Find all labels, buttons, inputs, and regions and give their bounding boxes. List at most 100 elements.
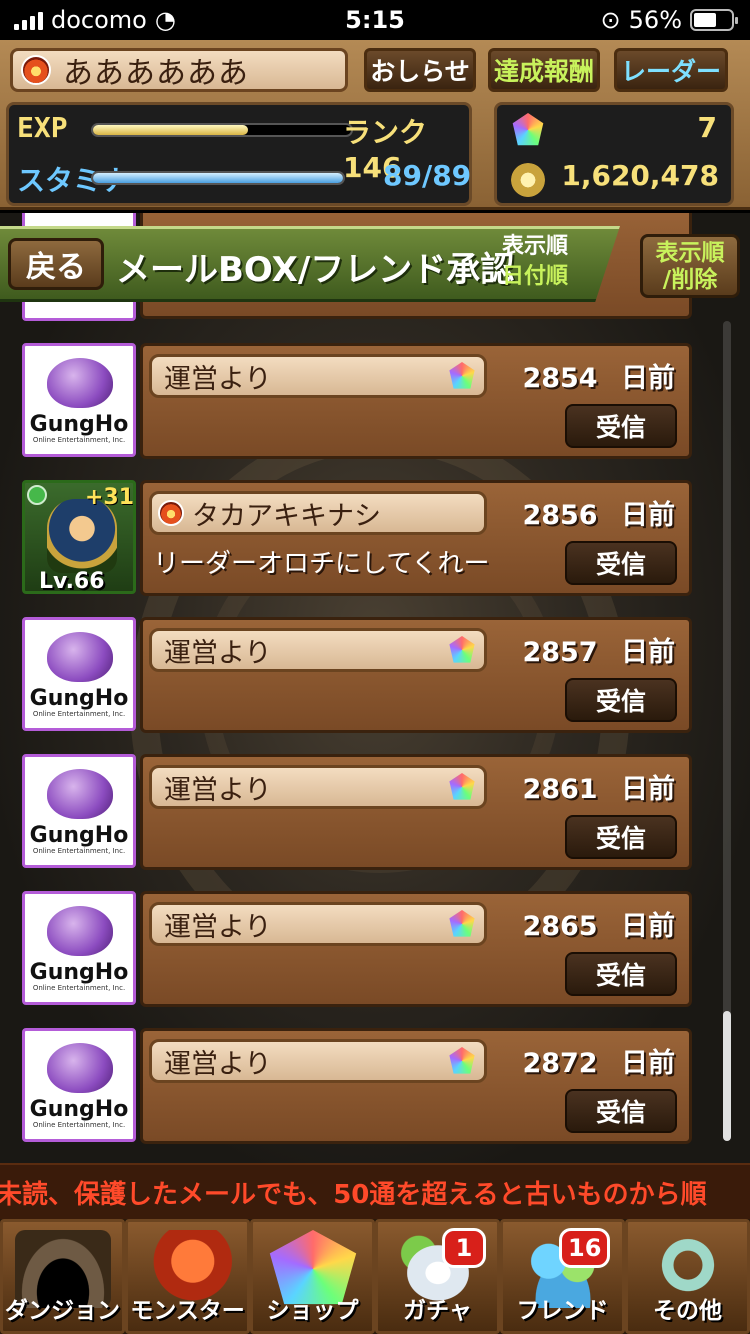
mail-age-unit: 日前 bbox=[621, 1048, 675, 1079]
mail-card[interactable]: タカアキキナシ リーダーオロチにしてくれー 2856 日前 受信 bbox=[140, 480, 692, 596]
magic-stone-icon bbox=[449, 1047, 475, 1074]
screen-title-bar: 戻る メールBOX/フレンド承認 表示順 日付順 表示順 /削除 bbox=[0, 226, 750, 302]
nav-monster[interactable]: モンスター bbox=[125, 1219, 250, 1334]
magic-stone-icon bbox=[449, 910, 475, 937]
sender-name: 運営より bbox=[164, 1048, 272, 1080]
exp-bar-fill bbox=[93, 125, 248, 135]
receive-button[interactable]: 受信 bbox=[565, 815, 677, 859]
gungho-logo-text: GungHo bbox=[29, 960, 129, 985]
sort-value: 日付順 bbox=[502, 264, 569, 289]
player-header: ああああああ おしらせ 達成報酬 レーダー EXP ランク 146 スタミナ 8… bbox=[0, 40, 750, 210]
news-button[interactable]: おしらせ bbox=[364, 48, 476, 92]
gungho-avatar[interactable]: GungHo Online Entertainment, Inc. bbox=[22, 343, 136, 457]
mail-row[interactable]: +31 Lv.66 タカアキキナシ リーダーオロチにしてくれー 2856 日前 … bbox=[22, 480, 692, 596]
gungho-logo-sub: Online Entertainment, Inc. bbox=[32, 847, 126, 855]
radar-button[interactable]: レーダー bbox=[614, 48, 728, 92]
mail-card[interactable]: 運営より 2861 日前 受信 bbox=[140, 754, 692, 870]
sender-box: 運営より bbox=[149, 765, 487, 809]
gungho-avatar[interactable]: GungHo Online Entertainment, Inc. bbox=[22, 754, 136, 868]
sender-box: 運営より bbox=[149, 354, 487, 398]
achievement-reward-button[interactable]: 達成報酬 bbox=[488, 48, 600, 92]
magic-stone-icon bbox=[449, 636, 475, 663]
mail-age-unit: 日前 bbox=[621, 500, 675, 531]
player-name-box[interactable]: ああああああ bbox=[10, 48, 348, 92]
nav-label: ショップ bbox=[266, 1298, 359, 1324]
gungho-avatar[interactable]: GungHo Online Entertainment, Inc. bbox=[22, 891, 136, 1005]
orientation-lock-icon: ⊙ bbox=[600, 6, 621, 34]
back-button[interactable]: 戻る bbox=[8, 238, 104, 290]
sort-button-line1: 表示順 bbox=[655, 240, 725, 266]
mail-age-days: 2872 bbox=[522, 1048, 598, 1079]
mail-card[interactable]: 運営より 2854 日前 受信 bbox=[140, 343, 692, 459]
exp-label: EXP bbox=[17, 111, 68, 144]
nav-label: フレンド bbox=[516, 1298, 609, 1324]
mail-row[interactable]: GungHo Online Entertainment, Inc. 運営より 2… bbox=[22, 617, 692, 733]
gungho-avatar[interactable]: GungHo Online Entertainment, Inc. bbox=[22, 1028, 136, 1142]
receive-button[interactable]: 受信 bbox=[565, 1089, 677, 1133]
mail-card[interactable]: 運営より 2857 日前 受信 bbox=[140, 617, 692, 733]
coin-count: 1,620,478 bbox=[561, 159, 719, 192]
signal-icon bbox=[14, 10, 43, 30]
stamina-value: 89/89 bbox=[383, 159, 472, 192]
stamina-bar-fill bbox=[93, 173, 343, 183]
gungho-logo-icon bbox=[47, 1043, 113, 1093]
sender-box: 運営より bbox=[149, 902, 487, 946]
battery-icon bbox=[690, 9, 738, 31]
mail-age: 2865 日前 bbox=[522, 904, 675, 943]
mail-card[interactable]: 運営より 2872 日前 受信 bbox=[140, 1028, 692, 1144]
fire-attribute-icon bbox=[158, 500, 184, 526]
carrier-area: docomo ◔ bbox=[14, 6, 176, 34]
list-scrollbar[interactable] bbox=[723, 321, 731, 1141]
monster-level: Lv.66 bbox=[39, 569, 105, 594]
receive-button[interactable]: 受信 bbox=[565, 541, 677, 585]
gungho-logo-sub: Online Entertainment, Inc. bbox=[32, 436, 126, 444]
nav-label: ダンジョン bbox=[5, 1298, 120, 1324]
notice-ticker: 未読、保護したメールでも、50通を超えると古いものから順 bbox=[0, 1163, 750, 1219]
mail-age-days: 2856 bbox=[522, 500, 598, 531]
mail-age-days: 2865 bbox=[522, 911, 598, 942]
sender-name: 運営より bbox=[164, 637, 272, 669]
scroll-thumb[interactable] bbox=[723, 1011, 731, 1141]
mail-age-unit: 日前 bbox=[621, 774, 675, 805]
nav-shop[interactable]: ショップ bbox=[250, 1219, 375, 1334]
sort-label: 表示順 bbox=[502, 234, 569, 259]
receive-button[interactable]: 受信 bbox=[565, 404, 677, 448]
nav-friend[interactable]: 16 フレンド bbox=[500, 1219, 625, 1334]
sort-delete-button[interactable]: 表示順 /削除 bbox=[640, 234, 740, 298]
mail-age: 2857 日前 bbox=[522, 630, 675, 669]
receive-button[interactable]: 受信 bbox=[565, 952, 677, 996]
sender-name: 運営より bbox=[164, 363, 272, 395]
mail-age: 2856 日前 bbox=[522, 493, 675, 532]
mail-card[interactable]: 運営より 2865 日前 受信 bbox=[140, 891, 692, 1007]
mail-row[interactable]: GungHo Online Entertainment, Inc. 運営より 2… bbox=[22, 1028, 692, 1144]
gungho-logo-sub: Online Entertainment, Inc. bbox=[32, 1121, 126, 1129]
magic-stone-count: 7 bbox=[697, 111, 717, 144]
nav-gacha[interactable]: 1 ガチャ bbox=[375, 1219, 500, 1334]
coin-icon bbox=[511, 163, 545, 197]
monster-plus: +31 bbox=[85, 485, 135, 510]
gungho-logo-sub: Online Entertainment, Inc. bbox=[32, 984, 126, 992]
mail-row[interactable]: GungHo Online Entertainment, Inc. 運営より 2… bbox=[22, 343, 692, 459]
gungho-logo-icon bbox=[47, 632, 113, 682]
mail-age-days: 2861 bbox=[522, 774, 598, 805]
receive-button[interactable]: 受信 bbox=[565, 678, 677, 722]
currency-panel: 7 1,620,478 bbox=[494, 102, 734, 206]
monster-avatar[interactable]: +31 Lv.66 bbox=[22, 480, 136, 594]
mail-age: 2861 日前 bbox=[522, 767, 675, 806]
mail-row[interactable]: GungHo Online Entertainment, Inc. 運営より 2… bbox=[22, 754, 692, 870]
exp-bar bbox=[91, 123, 353, 137]
gungho-logo-text: GungHo bbox=[29, 1097, 129, 1122]
mail-age-days: 2854 bbox=[522, 363, 598, 394]
mail-age: 2872 日前 bbox=[522, 1041, 675, 1080]
wood-attribute-icon bbox=[27, 485, 47, 505]
nav-label: モンスター bbox=[130, 1298, 245, 1324]
magic-stone-icon bbox=[512, 113, 544, 146]
nav-other[interactable]: その他 bbox=[625, 1219, 750, 1334]
nav-dungeon[interactable]: ダンジョン bbox=[0, 1219, 125, 1334]
magic-stone-icon bbox=[449, 362, 475, 389]
mail-age-unit: 日前 bbox=[621, 911, 675, 942]
gungho-avatar[interactable]: GungHo Online Entertainment, Inc. bbox=[22, 617, 136, 731]
mail-row[interactable]: GungHo Online Entertainment, Inc. 運営より 2… bbox=[22, 891, 692, 1007]
nav-label: ガチャ bbox=[403, 1298, 472, 1324]
sender-box: 運営より bbox=[149, 628, 487, 672]
